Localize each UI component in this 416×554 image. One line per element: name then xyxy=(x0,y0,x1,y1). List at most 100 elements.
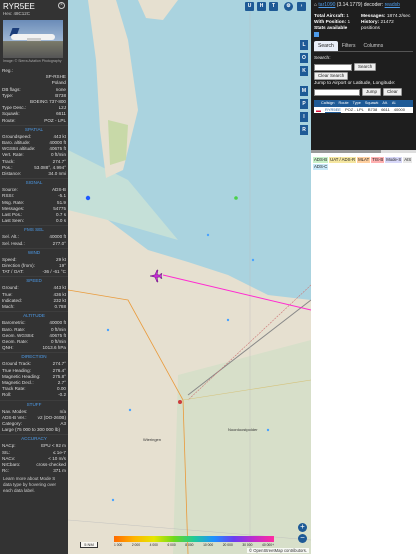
jump-button[interactable]: Jump xyxy=(362,88,382,97)
stat-history: History: 21472 positions xyxy=(361,20,413,32)
info-value: 371 m xyxy=(53,468,66,474)
hex-label: Hex: xyxy=(3,11,13,16)
legend-item[interactable]: Mode-S xyxy=(385,157,403,163)
info-label: Roll: xyxy=(2,392,12,398)
search-button[interactable]: Search xyxy=(354,63,377,72)
jump-input[interactable] xyxy=(314,88,360,96)
info-label: Distance: xyxy=(2,171,22,177)
info-label: TAT / OAT: xyxy=(2,269,24,275)
tar1090-link[interactable]: tar1090 xyxy=(318,2,335,8)
col-al[interactable]: Al. xyxy=(390,100,398,107)
info-row: Last Seen: 0.0 s xyxy=(0,218,68,224)
clear-search-row: Clear Search xyxy=(314,72,413,81)
col-route[interactable]: Route xyxy=(337,100,351,107)
info-value: A3 xyxy=(60,420,66,426)
home-icon[interactable]: ⌂ xyxy=(314,2,317,8)
info-footer: Learn more about Mode S data type by hov… xyxy=(3,476,57,494)
collapse-panel-icon[interactable]: › xyxy=(297,2,306,11)
island-texel-green xyxy=(108,120,128,165)
altitude-legend-label: 2 000 xyxy=(131,543,141,547)
stat-value: 1 xyxy=(346,14,349,19)
clear-button[interactable]: Clear xyxy=(383,88,402,97)
navaid-point xyxy=(251,258,255,262)
aircraft-info-panel: RYR5EE Hex: 48C12C × Image: © Sierra Avi… xyxy=(0,0,68,554)
info-value: 0.788 xyxy=(54,304,67,310)
navaid-point xyxy=(234,196,238,200)
altitude-color-legend xyxy=(114,536,274,542)
toggle-h-button[interactable]: H xyxy=(257,2,266,11)
altitude-legend-label: 1 000 xyxy=(114,543,123,547)
toggle-u-button[interactable]: U xyxy=(245,2,254,11)
col-callsign[interactable]: Callsign xyxy=(319,100,337,107)
direction-rows: Ground Track: 274.7° True Heading: 276.4° Ma… xyxy=(0,361,68,398)
jump-label: Jump to Airport or Latitude, Longitude: xyxy=(314,81,396,87)
layer-r-button[interactable]: R xyxy=(300,125,308,135)
tab-filters[interactable]: Filters xyxy=(338,41,360,51)
hex-code: Hex: 48C12C xyxy=(3,11,65,16)
navaid-point xyxy=(106,328,110,332)
info-row: Distance: 34.0 nmi xyxy=(0,171,68,177)
row-route: POZ - LPL xyxy=(344,107,364,113)
info-row: Route: POZ - LPL xyxy=(0,118,68,124)
close-icon[interactable]: × xyxy=(58,2,65,9)
row-callsign[interactable]: RYR5EE xyxy=(323,107,343,113)
readsb-link[interactable]: readsb xyxy=(385,2,400,8)
col-type[interactable]: Type xyxy=(351,100,363,107)
layer-p-button[interactable]: P xyxy=(300,99,308,109)
map-view[interactable]: U H T ⚙ › L O K M P I R Wieringen Noordo… xyxy=(68,0,311,554)
map-attribution[interactable]: © OpenStreetMap contributors. xyxy=(246,548,309,553)
panel-header: ⌂ tar1090 (3.14.1779) decoder: readsb To… xyxy=(311,0,416,150)
legend-item[interactable]: TIS-B xyxy=(371,157,385,163)
stats-available-link[interactable]: Stats available xyxy=(314,26,361,32)
row-type: B738 xyxy=(367,107,378,113)
legend-item[interactable]: ADS-B xyxy=(313,157,329,163)
info-label: Large (75 000 to 300 000 lb) xyxy=(2,427,60,433)
stats-box-icon[interactable] xyxy=(314,32,319,38)
stats-right: Messages: 1874.2/sec History: 21472 posi… xyxy=(361,14,413,37)
layer-k-button[interactable]: K xyxy=(300,66,308,76)
map-canvas xyxy=(68,0,311,554)
settings-gear-icon[interactable]: ⚙ xyxy=(284,2,293,11)
layer-m-button[interactable]: M xyxy=(300,86,308,96)
legend-item[interactable]: ADS-C xyxy=(313,164,329,170)
altitude-legend-label: 10 000 xyxy=(203,543,214,547)
tab-columns[interactable]: Columns xyxy=(359,41,387,51)
legend-item[interactable]: UAT / ADS-R xyxy=(329,157,357,163)
info-row: Large (75 000 to 300 000 lb) xyxy=(0,427,68,433)
section-direction: DIRECTION xyxy=(0,352,68,361)
wind-rows: Speed: 29 kt Direction (from): 19° TAT / OAT… xyxy=(0,257,68,276)
legend-item[interactable]: MLAT xyxy=(357,157,371,163)
hex-value: 48C12C xyxy=(13,11,31,16)
row-alt: 40000 xyxy=(393,107,405,113)
table-row[interactable]: RYR5EE POZ - LPL B738 6611 40000 xyxy=(314,107,413,114)
zoom-in-button[interactable]: + xyxy=(298,523,307,532)
navaid-point xyxy=(128,408,132,412)
section-fms: FMS SEL xyxy=(0,225,68,234)
col-alt[interactable]: Alt. xyxy=(380,100,390,107)
info-value: 1013.6 hPa xyxy=(42,345,66,351)
info-label: Type: xyxy=(2,92,14,98)
info-value: 277.0° xyxy=(52,240,66,246)
stat-label: With Position: xyxy=(314,19,347,25)
info-value: -0.2 xyxy=(58,392,66,398)
clear-search-button[interactable]: Clear Search xyxy=(314,72,349,81)
col-squawk[interactable]: Squawk xyxy=(363,100,381,107)
spatial-rows: Groundspeed: 443 kt Baro. altitude: 40000 f… xyxy=(0,134,68,177)
aircraft-photo[interactable] xyxy=(3,20,63,58)
polder-land xyxy=(173,340,311,554)
info-header: RYR5EE Hex: 48C12C × xyxy=(0,0,68,20)
scrollbar-thumb[interactable] xyxy=(311,150,381,153)
table-scrollbar[interactable] xyxy=(311,150,416,153)
navaid-point xyxy=(111,498,115,502)
legend-item[interactable]: AIS xyxy=(403,157,413,163)
search-input[interactable] xyxy=(314,63,352,71)
altitude-rows: Barometric: 40000 ft Baro. Rate: 0 ft/min Ge… xyxy=(0,320,68,351)
toggle-t-button[interactable]: T xyxy=(269,2,278,11)
stat-label: History: xyxy=(361,19,380,25)
layer-i-button[interactable]: I xyxy=(300,112,308,122)
layer-o-button[interactable]: O xyxy=(300,53,308,63)
stat-label: Stats available xyxy=(314,25,348,31)
layer-l-button[interactable]: L xyxy=(300,40,308,50)
tab-search[interactable]: Search xyxy=(314,41,338,52)
zoom-out-button[interactable]: − xyxy=(298,534,307,543)
